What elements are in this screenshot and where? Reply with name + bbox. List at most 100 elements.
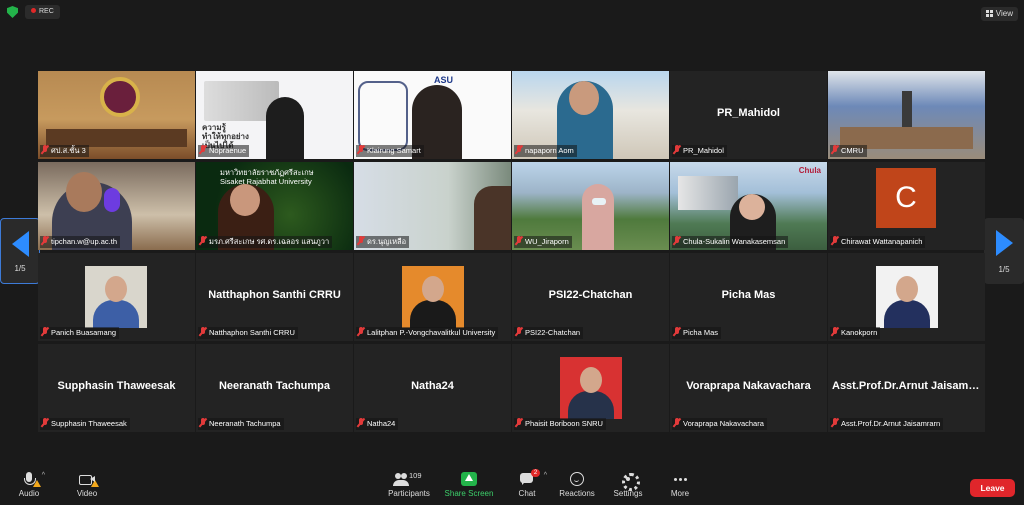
video-tile[interactable]: PSI22-Chatchan PSI22-Chatchan [512, 253, 669, 341]
participant-name: มรภ.ศรีสะเกษ รศ.ดร.เฉลอร แสนภูวา [209, 237, 330, 246]
reactions-button[interactable]: Reactions [558, 472, 596, 498]
participant-display-name: Natthaphon Santhi CRRU [208, 289, 341, 301]
video-tile[interactable]: Kanokporn [828, 253, 985, 341]
video-tile[interactable]: Lalitphan P.-Vongchavalitkul University [354, 253, 511, 341]
video-tile[interactable]: Picha Mas Picha Mas [670, 253, 827, 341]
video-tile[interactable]: Neeranath Tachumpa Neeranath Tachumpa [196, 344, 353, 432]
video-tile[interactable]: tipchan.w@up.ac.th [38, 162, 195, 250]
shield-icon[interactable] [7, 6, 18, 18]
prev-page-button[interactable]: 1/5 [0, 218, 40, 284]
participant-display-name: Voraprapa Nakavachara [686, 380, 811, 392]
video-tile[interactable]: WU_Jiraporn [512, 162, 669, 250]
share-screen-button[interactable]: Share Screen [444, 472, 494, 498]
participant-display-name: Asst.Prof.Dr.Arnut Jaisamrarn [832, 380, 985, 392]
video-scene [580, 367, 602, 393]
video-scene [422, 276, 444, 302]
participant-name: ดร.นุญเหลือ [367, 237, 407, 246]
video-tile[interactable]: ASU Klairung Samart [354, 71, 511, 159]
participants-count: 109 [409, 471, 422, 480]
participant-name-label: Klairung Samart [356, 145, 424, 157]
mic-muted-icon [673, 327, 681, 336]
participants-label: Participants [388, 489, 430, 498]
video-tile[interactable]: Natha24 Natha24 [354, 344, 511, 432]
participant-name-label: Kanokporn [830, 327, 881, 339]
view-button[interactable]: View [980, 7, 1018, 21]
video-tile[interactable]: ศป.ส.ชั้น 3 [38, 71, 195, 159]
video-tile[interactable]: มหาวิทยาลัยราชภัฏศรีสะเกษ Sisaket Rajabh… [196, 162, 353, 250]
mic-muted-icon [41, 418, 49, 427]
mic-muted-icon [831, 145, 839, 154]
mic-muted-icon [673, 236, 681, 245]
participant-display-name: Neeranath Tachumpa [218, 380, 331, 392]
audio-button[interactable]: ^ Audio [14, 472, 45, 498]
participant-name-label: Asst.Prof.Dr.Arnut Jaisamrarn [830, 418, 944, 430]
participant-name: Chirawat Wattanapanich [841, 237, 923, 246]
chat-icon: 2 ^ [519, 469, 547, 486]
video-scene [739, 194, 765, 220]
participant-name-label: PR_Mahidol [672, 145, 727, 157]
mic-muted-icon [41, 327, 49, 336]
participant-name-label: Natthaphon Santhi CRRU [198, 327, 298, 339]
leave-button[interactable]: Leave [970, 479, 1015, 497]
participant-name: ศป.ส.ชั้น 3 [51, 146, 86, 155]
video-scene [884, 300, 930, 328]
participant-name-label: PSI22-Chatchan [514, 327, 584, 339]
video-tile[interactable]: Chula Chula-Sukalin Wanakasemsan [670, 162, 827, 250]
logo-text: ASU [434, 75, 454, 85]
gear-icon [620, 472, 640, 491]
settings-button[interactable]: Settings [612, 472, 644, 498]
profile-photo [560, 357, 622, 419]
video-tile[interactable]: ความรู้ ทำให้ทุกอย่าง เป็นไปได้ Nopraenu… [196, 71, 353, 159]
participant-name: Kanokporn [841, 328, 878, 337]
video-tile[interactable]: Supphasin Thaweesak Supphasin Thaweesak [38, 344, 195, 432]
mic-muted-icon [673, 418, 681, 427]
recording-indicator[interactable]: REC [25, 5, 60, 19]
chevron-up-icon[interactable]: ^ [42, 472, 45, 479]
video-tile[interactable]: Phaisit Boriboon SNRU [512, 344, 669, 432]
grid-icon [985, 10, 993, 17]
participant-name: Natthaphon Santhi CRRU [209, 328, 295, 337]
participants-button[interactable]: 109 Participants [385, 471, 433, 498]
video-tile[interactable]: Panich Buasamang [38, 253, 195, 341]
participant-name-label: ดร.นุญเหลือ [356, 236, 410, 248]
video-tile[interactable]: C Chirawat Wattanapanich [828, 162, 985, 250]
chevron-left-icon [12, 231, 29, 257]
chevron-up-icon[interactable]: ^ [544, 472, 547, 479]
profile-photo [85, 266, 147, 328]
participant-name: Voraprapa Nakavachara [683, 419, 764, 428]
video-scene [66, 172, 102, 212]
video-tile[interactable]: Natthaphon Santhi CRRU Natthaphon Santhi… [196, 253, 353, 341]
page-indicator-right: 1/5 [998, 265, 1010, 274]
video-tile[interactable]: ดร.นุญเหลือ [354, 162, 511, 250]
mic-muted-icon [357, 236, 365, 245]
more-icon [672, 472, 688, 486]
chat-button[interactable]: 2 ^ Chat [512, 469, 547, 498]
participant-name: Picha Mas [683, 328, 719, 337]
video-tile[interactable]: napaporn Aom [512, 71, 669, 159]
avatar: C [876, 168, 936, 228]
video-scene [93, 300, 139, 328]
participant-name-label: WU_Jiraporn [514, 236, 572, 248]
participant-name-label: Picha Mas [672, 327, 722, 339]
smiley-icon [569, 472, 585, 486]
video-tile[interactable]: PR_Mahidol PR_Mahidol [670, 71, 827, 159]
mic-muted-icon [515, 327, 523, 336]
participant-name-label: มรภ.ศรีสะเกษ รศ.ดร.เฉลอร แสนภูวา [198, 236, 333, 248]
video-scene [568, 391, 614, 419]
microphone-icon: ^ [21, 472, 45, 487]
mic-muted-icon [831, 418, 839, 427]
participant-name-label: Lalitphan P.-Vongchavalitkul University [356, 327, 499, 339]
video-tile[interactable]: Voraprapa Nakavachara Voraprapa Nakavach… [670, 344, 827, 432]
top-bar: REC View [0, 0, 1024, 24]
mic-muted-icon [41, 236, 49, 245]
mic-muted-icon [515, 145, 523, 154]
mic-muted-icon [831, 327, 839, 336]
profile-photo [402, 266, 464, 328]
video-button[interactable]: Video [72, 472, 102, 498]
warning-icon [33, 480, 41, 487]
video-tile[interactable]: Asst.Prof.Dr.Arnut Jaisamrarn Asst.Prof.… [828, 344, 985, 432]
next-page-button[interactable]: 1/5 [984, 218, 1024, 284]
video-tile[interactable]: CMRU [828, 71, 985, 159]
more-button[interactable]: More [666, 472, 694, 498]
video-scene [230, 184, 260, 216]
